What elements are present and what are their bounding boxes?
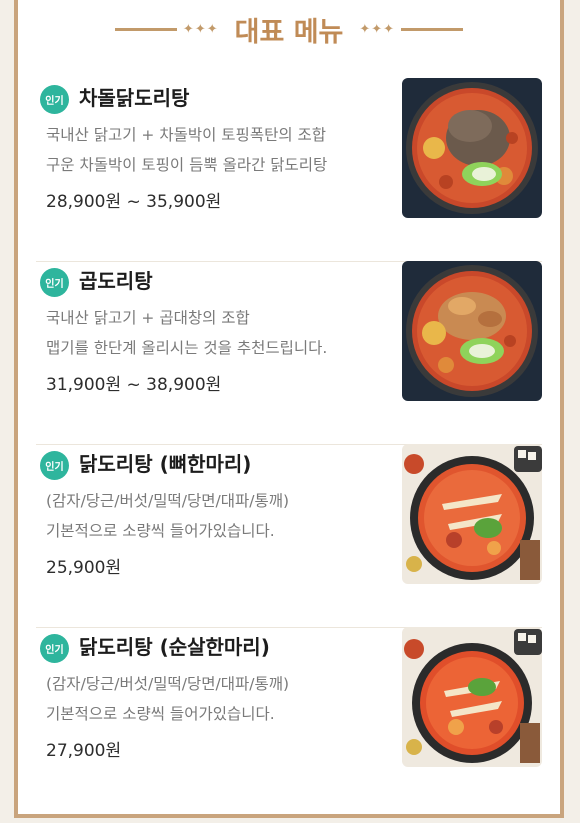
- popular-badge: 인기: [40, 268, 69, 297]
- header-left-line: [114, 27, 177, 31]
- popular-badge: 인기: [40, 451, 69, 480]
- page-title: 대표 메뉴: [234, 16, 344, 48]
- menu-card: ✦✦✦ 대표 메뉴 ✦✦✦ 인기 차돌닭도리탕 국내산 닭고기 + 차돌박이 토…: [14, 0, 564, 818]
- menu-item-description: (감자/당근/버섯/밀떡/당면/대파/통깨): [46, 492, 290, 510]
- stew-pot-icon: [402, 627, 542, 767]
- header-right-ornament: ✦✦✦: [359, 21, 396, 37]
- menu-item-name: 차돌닭도리탕: [79, 86, 190, 110]
- stew-pot-icon: [402, 444, 542, 584]
- menu-item-description: (감자/당근/버섯/밀떡/당면/대파/통깨): [46, 675, 290, 693]
- header-right-line: [401, 27, 464, 31]
- menu-item-description: 구운 차돌박이 토핑이 듬뿍 올라간 닭도리탕: [46, 156, 328, 174]
- popular-badge: 인기: [40, 634, 69, 663]
- stew-bowl-icon: [402, 78, 542, 218]
- menu-item-price: 28,900원 ~ 35,900원: [46, 192, 222, 212]
- menu-item-price: 25,900원: [46, 558, 122, 578]
- stew-bowl-icon: [402, 261, 542, 401]
- menu-item-description: 국내산 닭고기 + 차돌박이 토핑폭탄의 조합: [46, 126, 327, 144]
- menu-item-price: 27,900원: [46, 741, 122, 761]
- menu-item-price: 31,900원 ~ 38,900원: [46, 375, 222, 395]
- menu-item[interactable]: 인기 차돌닭도리탕 국내산 닭고기 + 차돌박이 토핑폭탄의 조합 구운 차돌박…: [36, 78, 542, 262]
- section-header: ✦✦✦ 대표 메뉴 ✦✦✦: [18, 0, 560, 58]
- menu-item-description: 국내산 닭고기 + 곱대창의 조합: [46, 309, 250, 327]
- menu-item[interactable]: 인기 닭도리탕 (뼈한마리) (감자/당근/버섯/밀떡/당면/대파/통깨) 기본…: [36, 444, 542, 628]
- menu-item-description: 기본적으로 소량씩 들어가있습니다.: [46, 522, 275, 540]
- header-left-ornament: ✦✦✦: [182, 21, 219, 37]
- menu-item-name: 닭도리탕 (순살한마리): [79, 635, 270, 659]
- menu-item-name: 곱도리탕: [79, 269, 153, 293]
- menu-item[interactable]: 인기 곱도리탕 국내산 닭고기 + 곱대창의 조합 맵기를 한단계 올리시는 것…: [36, 261, 542, 445]
- menu-item[interactable]: 인기 닭도리탕 (순살한마리) (감자/당근/버섯/밀떡/당면/대파/통깨) 기…: [36, 627, 542, 810]
- popular-badge: 인기: [40, 85, 69, 114]
- menu-item-name: 닭도리탕 (뼈한마리): [79, 452, 252, 476]
- menu-item-description: 기본적으로 소량씩 들어가있습니다.: [46, 705, 275, 723]
- menu-item-description: 맵기를 한단계 올리시는 것을 추천드립니다.: [46, 339, 328, 357]
